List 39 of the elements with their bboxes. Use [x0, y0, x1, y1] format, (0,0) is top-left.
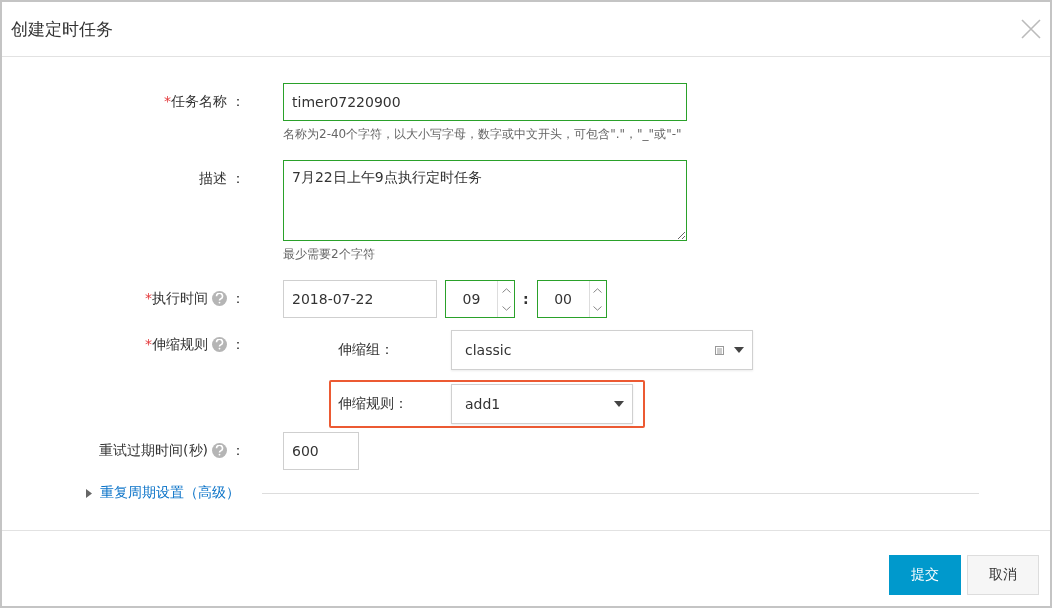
list-icon	[715, 345, 724, 355]
hint-text: 最少需要2个字符	[283, 246, 376, 263]
date-input[interactable]: 2018-07-22	[283, 280, 437, 318]
caret-down-icon	[614, 401, 624, 407]
advanced-settings-link[interactable]: 重复周期设置（高级）	[86, 484, 240, 502]
field-label: 伸缩规则：	[338, 395, 409, 413]
number-input[interactable]: 600	[283, 432, 359, 470]
help-icon[interactable]	[212, 337, 227, 352]
spinner-value: 09	[461, 290, 482, 309]
label-colon: ：	[231, 442, 245, 460]
number-spinner[interactable]: 00	[536, 280, 607, 318]
field-label: 伸缩组：	[338, 341, 395, 359]
caret-right-icon	[86, 488, 92, 498]
field-label: 执行时间	[152, 290, 208, 308]
caret-down-icon	[734, 347, 744, 353]
hint-text: 名称为2-40个字符，以大小写字母，数字或中文开头，可包含"."，"_"或"-"	[283, 126, 683, 143]
field-label: 描述	[199, 170, 227, 188]
text-input[interactable]: timer07220900	[283, 83, 687, 121]
help-icon[interactable]	[212, 443, 227, 458]
dialog-title: 创建定时任务	[11, 17, 113, 41]
field-label: 伸缩规则	[152, 336, 208, 354]
label-colon: ：	[231, 336, 245, 354]
required-asterisk: *	[145, 290, 152, 306]
required-asterisk: *	[145, 336, 152, 352]
select-dropdown[interactable]: add1	[451, 384, 633, 424]
label-colon: ：	[231, 290, 245, 308]
description-textarea[interactable]: 7月22日上午9点执行定时任务	[283, 160, 687, 241]
time-separator: :	[523, 291, 529, 307]
select-dropdown[interactable]: classic	[451, 330, 753, 370]
required-asterisk: *	[164, 93, 171, 109]
spinner-value: 00	[553, 290, 573, 309]
field-label: 任务名称	[171, 93, 227, 111]
label-colon: ：	[231, 170, 245, 188]
cancel-button[interactable]: 取消	[967, 555, 1039, 595]
help-icon[interactable]	[212, 291, 227, 306]
label-colon: ：	[231, 93, 245, 111]
field-label: 重试过期时间(秒)	[99, 442, 208, 460]
close-icon[interactable]	[1020, 18, 1042, 40]
number-spinner[interactable]: 09	[445, 280, 515, 318]
